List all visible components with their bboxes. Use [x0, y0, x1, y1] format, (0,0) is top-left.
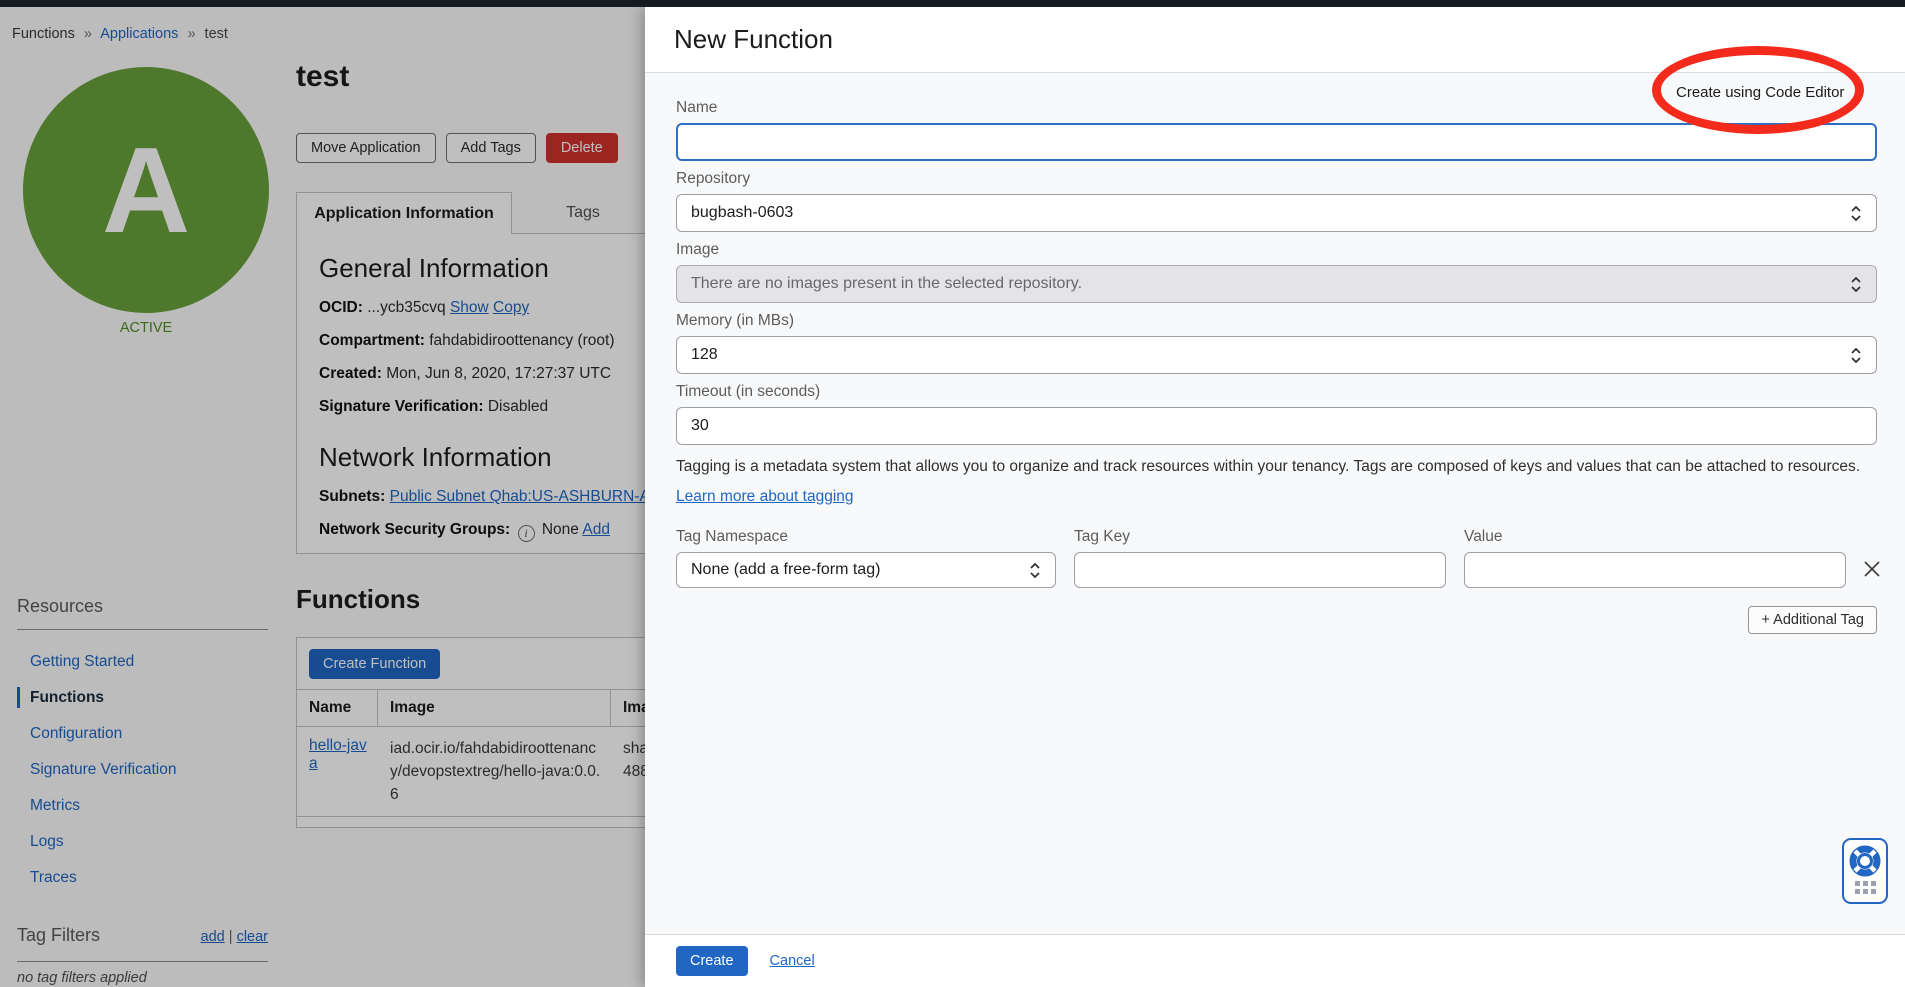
image-select: There are no images present in the selec…	[676, 265, 1877, 303]
life-preserver-icon	[1849, 845, 1881, 877]
image-selected-value: There are no images present in the selec…	[691, 275, 1082, 293]
remove-tag-icon[interactable]	[1862, 559, 1882, 579]
panel-header: New Function	[645, 7, 1905, 73]
tag-namespace-label: Tag Namespace	[676, 528, 1056, 546]
panel-title: New Function	[674, 24, 833, 55]
new-function-panel: New Function Create using Code Editor Na…	[645, 7, 1905, 987]
create-button[interactable]: Create	[676, 946, 748, 976]
memory-select[interactable]: 128	[676, 336, 1877, 374]
repository-label: Repository	[676, 170, 1877, 188]
tag-key-input[interactable]	[1074, 552, 1446, 588]
cancel-link[interactable]: Cancel	[770, 953, 815, 969]
tag-namespace-select[interactable]: None (add a free-form tag)	[676, 552, 1056, 588]
panel-footer: Create Cancel	[645, 934, 1905, 987]
console-top-bar	[0, 0, 1905, 7]
image-label: Image	[676, 241, 1877, 259]
timeout-input[interactable]	[676, 407, 1877, 445]
repository-selected-value: bugbash-0603	[691, 204, 793, 222]
tag-namespace-selected-value: None (add a free-form tag)	[691, 561, 880, 579]
create-using-code-editor-link[interactable]: Create using Code Editor	[1676, 84, 1844, 101]
drag-dots-icon	[1855, 881, 1876, 894]
name-label: Name	[676, 99, 1877, 117]
learn-more-tagging-link[interactable]: Learn more about tagging	[676, 488, 854, 506]
memory-selected-value: 128	[691, 346, 718, 364]
tag-value-input[interactable]	[1464, 552, 1846, 588]
help-widget-button[interactable]	[1842, 838, 1888, 904]
select-chevrons-icon	[1850, 205, 1862, 222]
tag-row: Tag Namespace None (add a free-form tag)…	[676, 528, 1877, 588]
tagging-description: Tagging is a metadata system that allows…	[676, 458, 1877, 476]
additional-tag-button[interactable]: + Additional Tag	[1748, 606, 1877, 634]
name-input[interactable]	[676, 123, 1877, 161]
select-chevrons-icon	[1850, 276, 1862, 293]
repository-select[interactable]: bugbash-0603	[676, 194, 1877, 232]
tag-value-label: Value	[1464, 528, 1846, 546]
select-chevrons-icon	[1029, 562, 1041, 579]
timeout-label: Timeout (in seconds)	[676, 383, 1877, 401]
memory-label: Memory (in MBs)	[676, 312, 1877, 330]
select-chevrons-icon	[1850, 347, 1862, 364]
modal-dim-overlay[interactable]	[0, 0, 645, 987]
tag-key-label: Tag Key	[1074, 528, 1446, 546]
panel-body: Name Repository bugbash-0603 Image There…	[676, 99, 1877, 634]
